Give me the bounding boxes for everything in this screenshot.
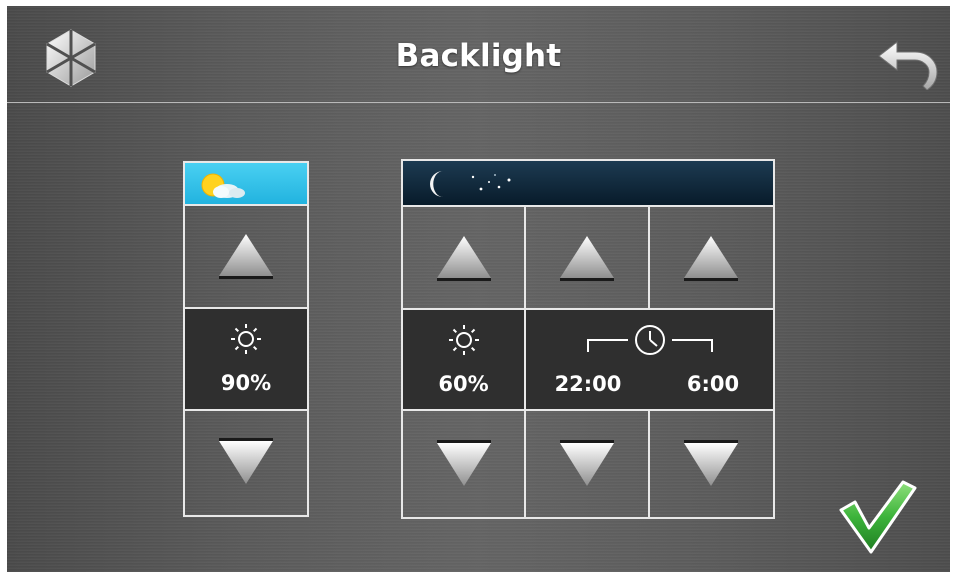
sun-cloud-icon [201,173,245,198]
night-brightness-down-button[interactable] [403,411,524,517]
clock-icon [587,325,713,355]
confirm-checkmark-button[interactable] [837,476,919,556]
day-brightness-up-button[interactable] [185,206,307,307]
night-time-range-display: 22:00 6:00 [526,310,773,409]
night-start-time-up-button[interactable] [526,207,648,308]
up-arrow-icon [437,236,491,281]
divider [524,207,526,308]
night-end-time: 6:00 [686,372,740,396]
down-arrow-icon [219,438,273,484]
up-arrow-icon [219,234,273,279]
up-arrow-icon [684,236,738,281]
day-backlight-panel: 90% [183,161,309,517]
night-end-time-down-button[interactable] [650,411,773,517]
day-brightness-down-button[interactable] [185,411,307,515]
night-start-time: 22:00 [554,372,622,396]
up-arrow-icon [560,236,614,281]
night-brightness-up-button[interactable] [403,207,524,308]
moon-stars-icon [430,171,511,197]
down-arrow-icon [437,440,491,486]
divider [524,411,526,517]
down-arrow-icon [684,440,738,486]
night-start-time-down-button[interactable] [526,411,648,517]
checkmark-icon [839,480,917,554]
night-end-time-up-button[interactable] [650,207,773,308]
down-arrow-icon [560,440,614,486]
divider [648,207,650,308]
night-header [403,161,773,205]
day-header [185,163,307,204]
sun-icon [449,325,479,355]
day-brightness-display: 90% [185,309,307,409]
night-backlight-panel: 60% 22:00 6:00 [401,159,775,519]
night-brightness-value: 60% [438,372,489,396]
divider [524,310,526,409]
header-divider [7,102,950,103]
back-arrow-icon[interactable] [875,26,945,90]
night-brightness-display: 60% [403,310,524,409]
page-title: Backlight [395,38,562,74]
divider [648,411,650,517]
sun-icon [231,324,261,354]
day-brightness-value: 90% [220,371,272,395]
screen: Backlight 90% 60% 22:00 6:00 [7,6,950,572]
